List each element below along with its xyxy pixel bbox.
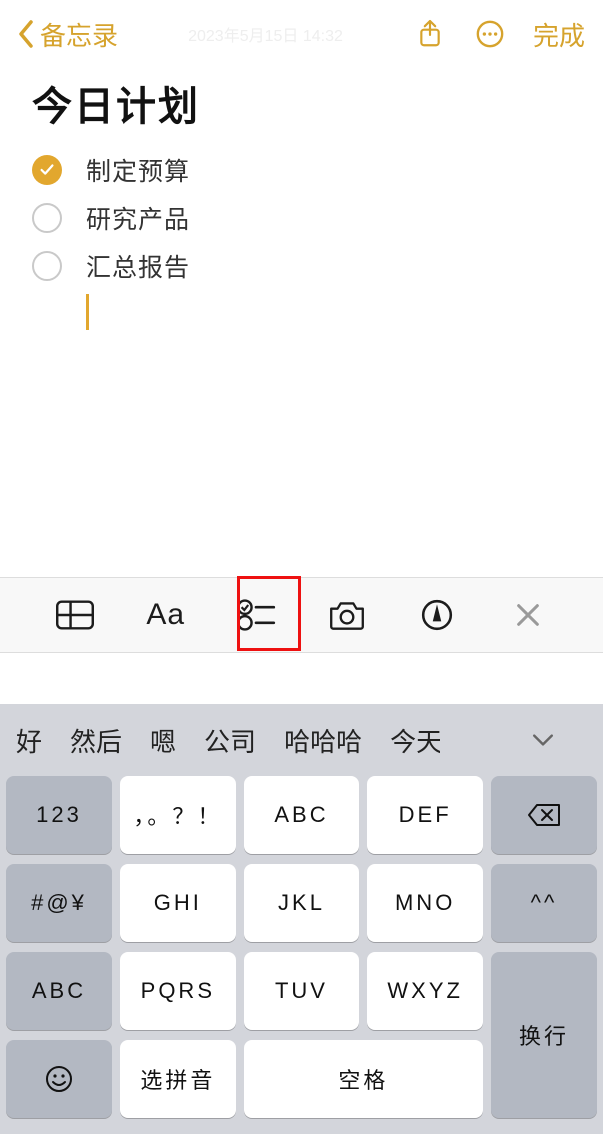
keyboard: 好 然后 嗯 公司 哈哈哈 今天 123 ，。？！ ABC DEF #@¥ GH… [0, 704, 603, 1134]
key-def[interactable]: DEF [367, 776, 483, 854]
format-toolbar: Aa [0, 577, 603, 653]
key-abc[interactable]: ABC [244, 776, 360, 854]
key-space[interactable]: 空格 [244, 1040, 483, 1118]
suggestion[interactable]: 哈哈哈 [284, 722, 362, 759]
more-button[interactable] [473, 17, 507, 51]
key-numbers[interactable]: 123 [6, 776, 112, 854]
checklist-item-text[interactable]: 制定预算 [86, 152, 190, 188]
key-emoji[interactable] [6, 1040, 112, 1118]
suggestion[interactable]: 今天 [390, 722, 440, 759]
key-abc-mode[interactable]: ABC [6, 952, 112, 1030]
checklist-item[interactable]: 制定预算 [32, 146, 571, 194]
checklist-item[interactable]: 汇总报告 [32, 242, 571, 290]
key-backspace[interactable] [491, 776, 597, 854]
checklist-bullet-unchecked-icon[interactable] [32, 203, 62, 233]
note-timestamp: 2023年5月15日 14:32 [118, 22, 413, 46]
key-pqrs[interactable]: PQRS [120, 952, 236, 1030]
checklist-item-text[interactable]: 汇总报告 [86, 248, 190, 284]
checklist-bullet-checked-icon[interactable] [32, 155, 62, 185]
back-label: 备忘录 [40, 16, 118, 53]
checklist-bullet-unchecked-icon[interactable] [32, 251, 62, 281]
key-symbols[interactable]: #@¥ [6, 864, 112, 942]
key-select-pinyin[interactable]: 选拼音 [120, 1040, 236, 1118]
camera-button[interactable] [323, 591, 371, 639]
key-mno[interactable]: MNO [367, 864, 483, 942]
markup-button[interactable] [413, 591, 461, 639]
share-button[interactable] [413, 17, 447, 51]
nav-bar: 备忘录 2023年5月15日 14:32 完成 [0, 0, 603, 68]
key-ghi[interactable]: GHI [120, 864, 236, 942]
suggestion[interactable]: 嗯 [150, 722, 176, 759]
checklist-item[interactable]: 研究产品 [32, 194, 571, 242]
close-keyboard-button[interactable] [504, 591, 552, 639]
text-cursor [86, 294, 89, 330]
suggestion[interactable]: 好 [16, 722, 42, 759]
key-kaomoji[interactable]: ^^ [491, 864, 597, 942]
key-tuv[interactable]: TUV [244, 952, 360, 1030]
key-jkl[interactable]: JKL [244, 864, 360, 942]
checklist-item-text[interactable]: 研究产品 [86, 200, 190, 236]
highlight-box [237, 576, 301, 651]
text-format-button[interactable]: Aa [142, 591, 190, 639]
collapse-suggestions-button[interactable] [527, 724, 559, 756]
suggestion[interactable]: 公司 [204, 722, 256, 759]
key-wxyz[interactable]: WXYZ [367, 952, 483, 1030]
back-button[interactable]: 备忘录 [18, 16, 118, 53]
done-button[interactable]: 完成 [533, 16, 585, 53]
key-punct[interactable]: ，。？！ [120, 776, 236, 854]
note-content[interactable]: 今日计划 制定预算 研究产品 汇总报告 [0, 68, 603, 330]
chevron-left-icon [18, 20, 34, 48]
key-return[interactable]: 换行 [491, 952, 597, 1118]
table-button[interactable] [51, 591, 99, 639]
note-title[interactable]: 今日计划 [32, 74, 571, 132]
suggestion-bar: 好 然后 嗯 公司 哈哈哈 今天 [0, 704, 603, 776]
suggestion[interactable]: 然后 [70, 722, 122, 759]
